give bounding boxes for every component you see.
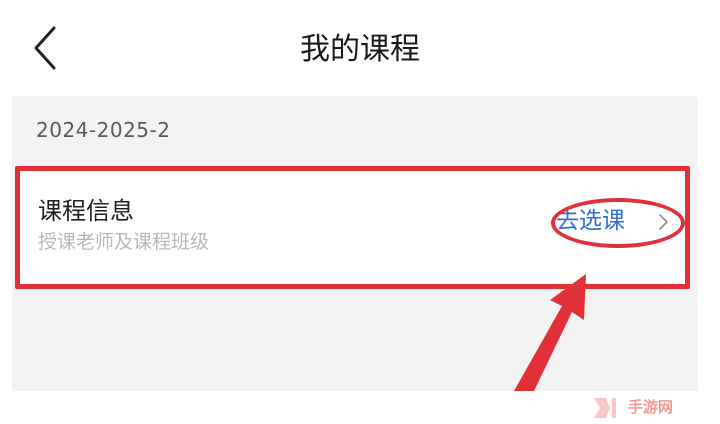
select-course-link[interactable]: 去选课 bbox=[556, 205, 625, 237]
course-info-subtitle: 授课老师及课程班级 bbox=[38, 231, 210, 253]
page-title: 我的课程 bbox=[300, 32, 420, 67]
top-bar: 我的课程 bbox=[0, 0, 720, 96]
course-list-panel: 2024-2025-2 课程信息 授课老师及课程班级 去选课 手游网 bbox=[12, 96, 698, 418]
chevron-right-icon[interactable] bbox=[656, 213, 670, 231]
course-info-title: 课程信息 bbox=[38, 197, 134, 225]
term-label: 2024-2025-2 bbox=[36, 118, 171, 142]
watermark-text: 手游网 bbox=[628, 398, 674, 416]
course-info-card[interactable]: 课程信息 授课老师及课程班级 去选课 bbox=[15, 166, 690, 289]
